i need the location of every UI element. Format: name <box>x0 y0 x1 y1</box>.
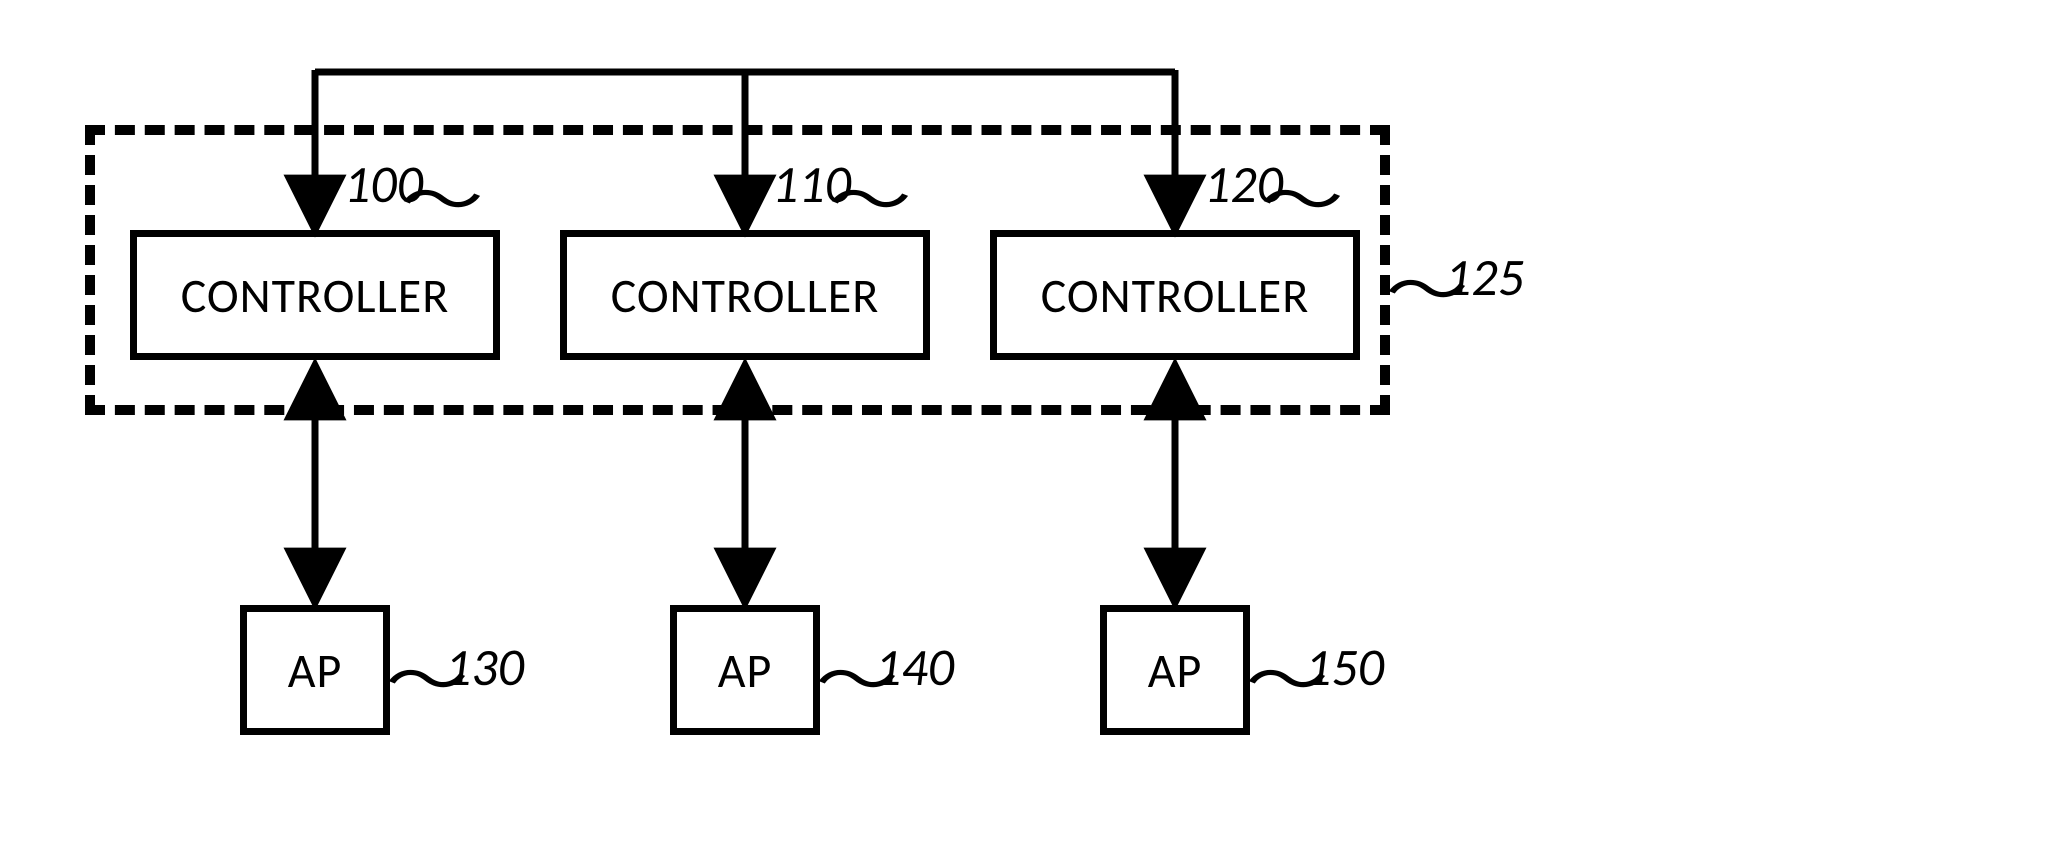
ref-controller-110: 110 <box>772 152 851 216</box>
ref-controller-100: 100 <box>344 152 423 216</box>
ap-box-150: AP <box>1100 605 1250 735</box>
ref-controller-120: 120 <box>1204 152 1283 216</box>
ref-group-125: 125 <box>1445 245 1524 309</box>
ap-label: AP <box>288 641 343 700</box>
controller-box-100: CONTROLLER <box>130 230 500 360</box>
controller-box-110: CONTROLLER <box>560 230 930 360</box>
controller-label: CONTROLLER <box>1041 266 1310 325</box>
ap-box-140: AP <box>670 605 820 735</box>
controller-label: CONTROLLER <box>611 266 880 325</box>
ap-label: AP <box>718 641 773 700</box>
diagram-stage: CONTROLLER CONTROLLER CONTROLLER AP AP A… <box>0 0 2045 868</box>
controller-label: CONTROLLER <box>181 266 450 325</box>
ap-box-130: AP <box>240 605 390 735</box>
controller-box-120: CONTROLLER <box>990 230 1360 360</box>
ref-ap-150: 150 <box>1305 635 1384 699</box>
ref-ap-140: 140 <box>875 635 954 699</box>
ap-label: AP <box>1148 641 1203 700</box>
ref-ap-130: 130 <box>445 635 524 699</box>
